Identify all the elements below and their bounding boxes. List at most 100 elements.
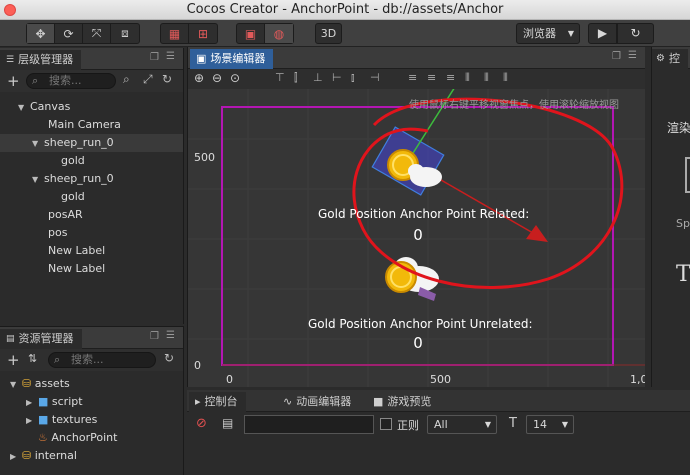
tree-node-main-camera[interactable]: Main Camera — [0, 116, 183, 134]
hierarchy-search-input[interactable]: ⌕ 搜索... — [26, 73, 116, 89]
expand-arrow-icon[interactable]: ▼ — [18, 99, 30, 117]
log-level-select[interactable]: All ▼ — [427, 415, 497, 434]
align-left-icon[interactable]: ⊢ — [332, 71, 342, 84]
close-window-button[interactable] — [4, 4, 16, 16]
open-log-file-icon[interactable]: ▤ — [222, 416, 233, 430]
tab-game-preview[interactable]: ■ 游戏预览 — [367, 392, 439, 412]
rotate-tool-icon[interactable]: ⟳ — [55, 24, 83, 43]
tree-node-new-label-b[interactable]: New Label — [0, 260, 183, 278]
asset-folder-script[interactable]: ▶ ■ script — [0, 393, 183, 411]
play-button[interactable]: ▶ — [588, 23, 617, 44]
refresh-hierarchy-icon[interactable]: ↻ — [162, 72, 172, 86]
distribute-hcenter-icon[interactable]: ⦀ — [484, 71, 489, 85]
coordinate-tools: ▣ ◍ — [236, 23, 294, 44]
panel-popout-icon[interactable]: ❐ — [612, 51, 621, 62]
inspector-text-icon: T — [676, 262, 690, 287]
distribute-top-icon[interactable]: ≡ — [408, 71, 417, 84]
tab-scene-editor[interactable]: ▣ 场景编辑器 — [190, 49, 274, 69]
tree-node-gold-b[interactable]: gold — [0, 188, 183, 206]
align-top-icon[interactable]: ⊤ — [275, 71, 285, 84]
assets-search-input[interactable]: ⌕ 搜索... — [48, 352, 156, 368]
add-asset-icon[interactable]: + — [7, 351, 20, 369]
regex-checkbox[interactable] — [380, 418, 392, 430]
asset-folder-textures[interactable]: ▶ ■ textures — [0, 411, 183, 429]
font-size-icon: T — [509, 416, 517, 431]
add-node-icon[interactable]: + — [7, 72, 20, 90]
collapse-arrow-icon[interactable]: ▶ — [10, 448, 22, 466]
panel-menu-icon[interactable]: ☰ — [166, 51, 175, 62]
panel-popout-icon[interactable]: ❐ — [150, 331, 159, 342]
x-axis-gizmo-arrowhead[interactable] — [526, 225, 548, 242]
scene-canvas[interactable]: 500 0 0 500 1,0 使用鼠标右键平移视窗焦点，使用滚轮缩放视图 Go… — [188, 89, 645, 387]
asset-scene-anchorpoint[interactable]: ♨ AnchorPoint — [0, 429, 183, 447]
local-coordinate-icon[interactable]: ▣ — [237, 24, 265, 43]
tab-assets[interactable]: ▤ 资源管理器 — [0, 329, 82, 349]
scale-tool-icon[interactable]: ⤧ — [83, 24, 111, 43]
tab-console[interactable]: ▸ 控制台 — [189, 392, 246, 412]
hierarchy-icon: ☰ — [6, 55, 15, 65]
main-toolbar: ✥ ⟳ ⤧ ⧈ ▦ ⊞ ▣ ◍ 3D 浏览器 ▼ ▶ ↻ — [0, 20, 690, 47]
label-anchor-unrelated-value[interactable]: 0 — [318, 334, 518, 352]
asset-db-internal[interactable]: ▶ ⛁ internal — [0, 447, 183, 465]
refresh-assets-icon[interactable]: ↻ — [164, 351, 174, 365]
font-size-select[interactable]: 14 ▼ — [526, 415, 574, 434]
align-hcenter-icon[interactable]: ⫾ — [351, 71, 355, 85]
tree-node-pos[interactable]: pos — [0, 224, 183, 242]
window-title-bar: Cocos Creator - AnchorPoint - db://asset… — [0, 0, 690, 20]
console-filter-input[interactable] — [244, 415, 374, 434]
tree-node-sheep-run-0[interactable]: ▼ sheep_run_0 — [0, 134, 183, 152]
inspector-sprite-label: Sp — [676, 217, 690, 230]
sort-icon[interactable]: ⇅ — [28, 352, 37, 365]
asset-db-assets[interactable]: ▼ ⛁ assets — [0, 375, 183, 393]
pivot-anchor-icon[interactable]: ▦ — [161, 24, 189, 43]
tab-hierarchy[interactable]: ☰ 层级管理器 — [0, 50, 82, 70]
tree-node-canvas[interactable]: ▼ Canvas — [0, 98, 183, 116]
align-right-icon[interactable]: ⊣ — [370, 71, 380, 84]
align-vcenter-icon[interactable]: ⫿ — [294, 71, 298, 85]
collapse-arrow-icon[interactable]: ▶ — [26, 412, 38, 430]
zoom-in-icon[interactable]: ⊕ — [194, 71, 204, 85]
sprite-preview-box[interactable] — [685, 157, 690, 193]
zoom-out-icon[interactable]: ⊖ — [212, 71, 222, 85]
distribute-left-icon[interactable]: ⦀ — [465, 71, 470, 85]
assets-title: 资源管理器 — [18, 332, 74, 345]
inspector-panel: ⚙ 控 渲染 Sp T — [651, 47, 690, 387]
panel-menu-icon[interactable]: ☰ — [628, 50, 637, 61]
pivot-tools: ▦ ⊞ — [160, 23, 218, 44]
tab-inspector[interactable]: ⚙ 控 — [652, 49, 688, 69]
preview-platform-select[interactable]: 浏览器 ▼ — [516, 23, 580, 44]
ruler-x-0: 0 — [226, 373, 233, 386]
label-anchor-related-title[interactable]: Gold Position Anchor Point Related: — [318, 207, 529, 221]
distribute-vcenter-icon[interactable]: ≡ — [427, 71, 436, 84]
pivot-center-icon[interactable]: ⊞ — [189, 24, 217, 43]
label-anchor-unrelated-title[interactable]: Gold Position Anchor Point Unrelated: — [308, 317, 533, 331]
refresh-button[interactable]: ↻ — [617, 23, 654, 44]
console-icon: ▸ — [195, 395, 201, 408]
tree-node-gold[interactable]: gold — [0, 152, 183, 170]
clear-console-icon[interactable]: ⊘ — [196, 416, 207, 431]
label-anchor-related-value[interactable]: 0 — [318, 226, 518, 244]
zoom-reset-icon[interactable]: ⊙ — [230, 71, 240, 85]
move-tool-icon[interactable]: ✥ — [27, 24, 55, 43]
locate-icon[interactable]: ⌕ — [123, 72, 130, 87]
tree-node-sheep-run-0-b[interactable]: ▼ sheep_run_0 — [0, 170, 183, 188]
collapse-arrow-icon[interactable]: ▶ — [26, 394, 38, 412]
global-coordinate-icon[interactable]: ◍ — [265, 24, 293, 43]
align-bottom-icon[interactable]: ⊥ — [313, 71, 323, 84]
expand-all-icon[interactable]: ⤢ — [143, 72, 153, 87]
panel-menu-icon[interactable]: ☰ — [166, 330, 175, 341]
tab-animation-editor[interactable]: ∿ 动画编辑器 — [277, 392, 359, 412]
rect-tool-icon[interactable]: ⧈ — [111, 24, 139, 43]
distribute-bottom-icon[interactable]: ≡ — [446, 71, 455, 84]
assets-panel: ▤ 资源管理器 ❐ ☰ + ⇅ ⌕ 搜索... ↻ ▼ ⛁ assets ▶ ■ s… — [0, 326, 184, 475]
tree-node-new-label[interactable]: New Label — [0, 242, 183, 260]
expand-arrow-icon[interactable]: ▼ — [10, 376, 22, 394]
panel-popout-icon[interactable]: ❐ — [150, 52, 159, 63]
ruler-y-0: 0 — [194, 359, 201, 372]
mode-3d-button[interactable]: 3D — [315, 23, 342, 44]
expand-arrow-icon[interactable]: ▼ — [32, 135, 44, 153]
tree-node-posar[interactable]: posAR — [0, 206, 183, 224]
distribute-right-icon[interactable]: ⦀ — [503, 71, 508, 85]
expand-arrow-icon[interactable]: ▼ — [32, 171, 44, 189]
inspector-render-label: 渲染 — [667, 121, 690, 135]
